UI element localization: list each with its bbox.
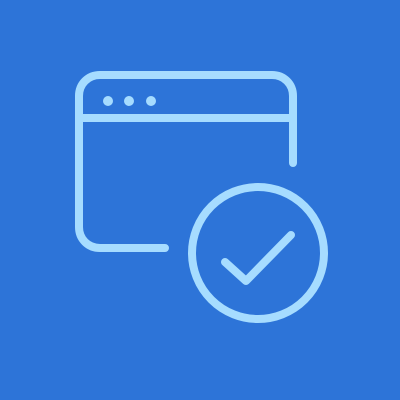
check-circle-icon <box>188 183 328 323</box>
icon-canvas <box>0 0 400 400</box>
window-dot-3 <box>146 96 156 106</box>
window-dots-icon <box>103 96 156 106</box>
window-dot-1 <box>103 96 113 106</box>
window-dot-2 <box>124 96 134 106</box>
browser-window-check-icon <box>75 71 328 323</box>
checkmark-icon <box>221 231 295 285</box>
